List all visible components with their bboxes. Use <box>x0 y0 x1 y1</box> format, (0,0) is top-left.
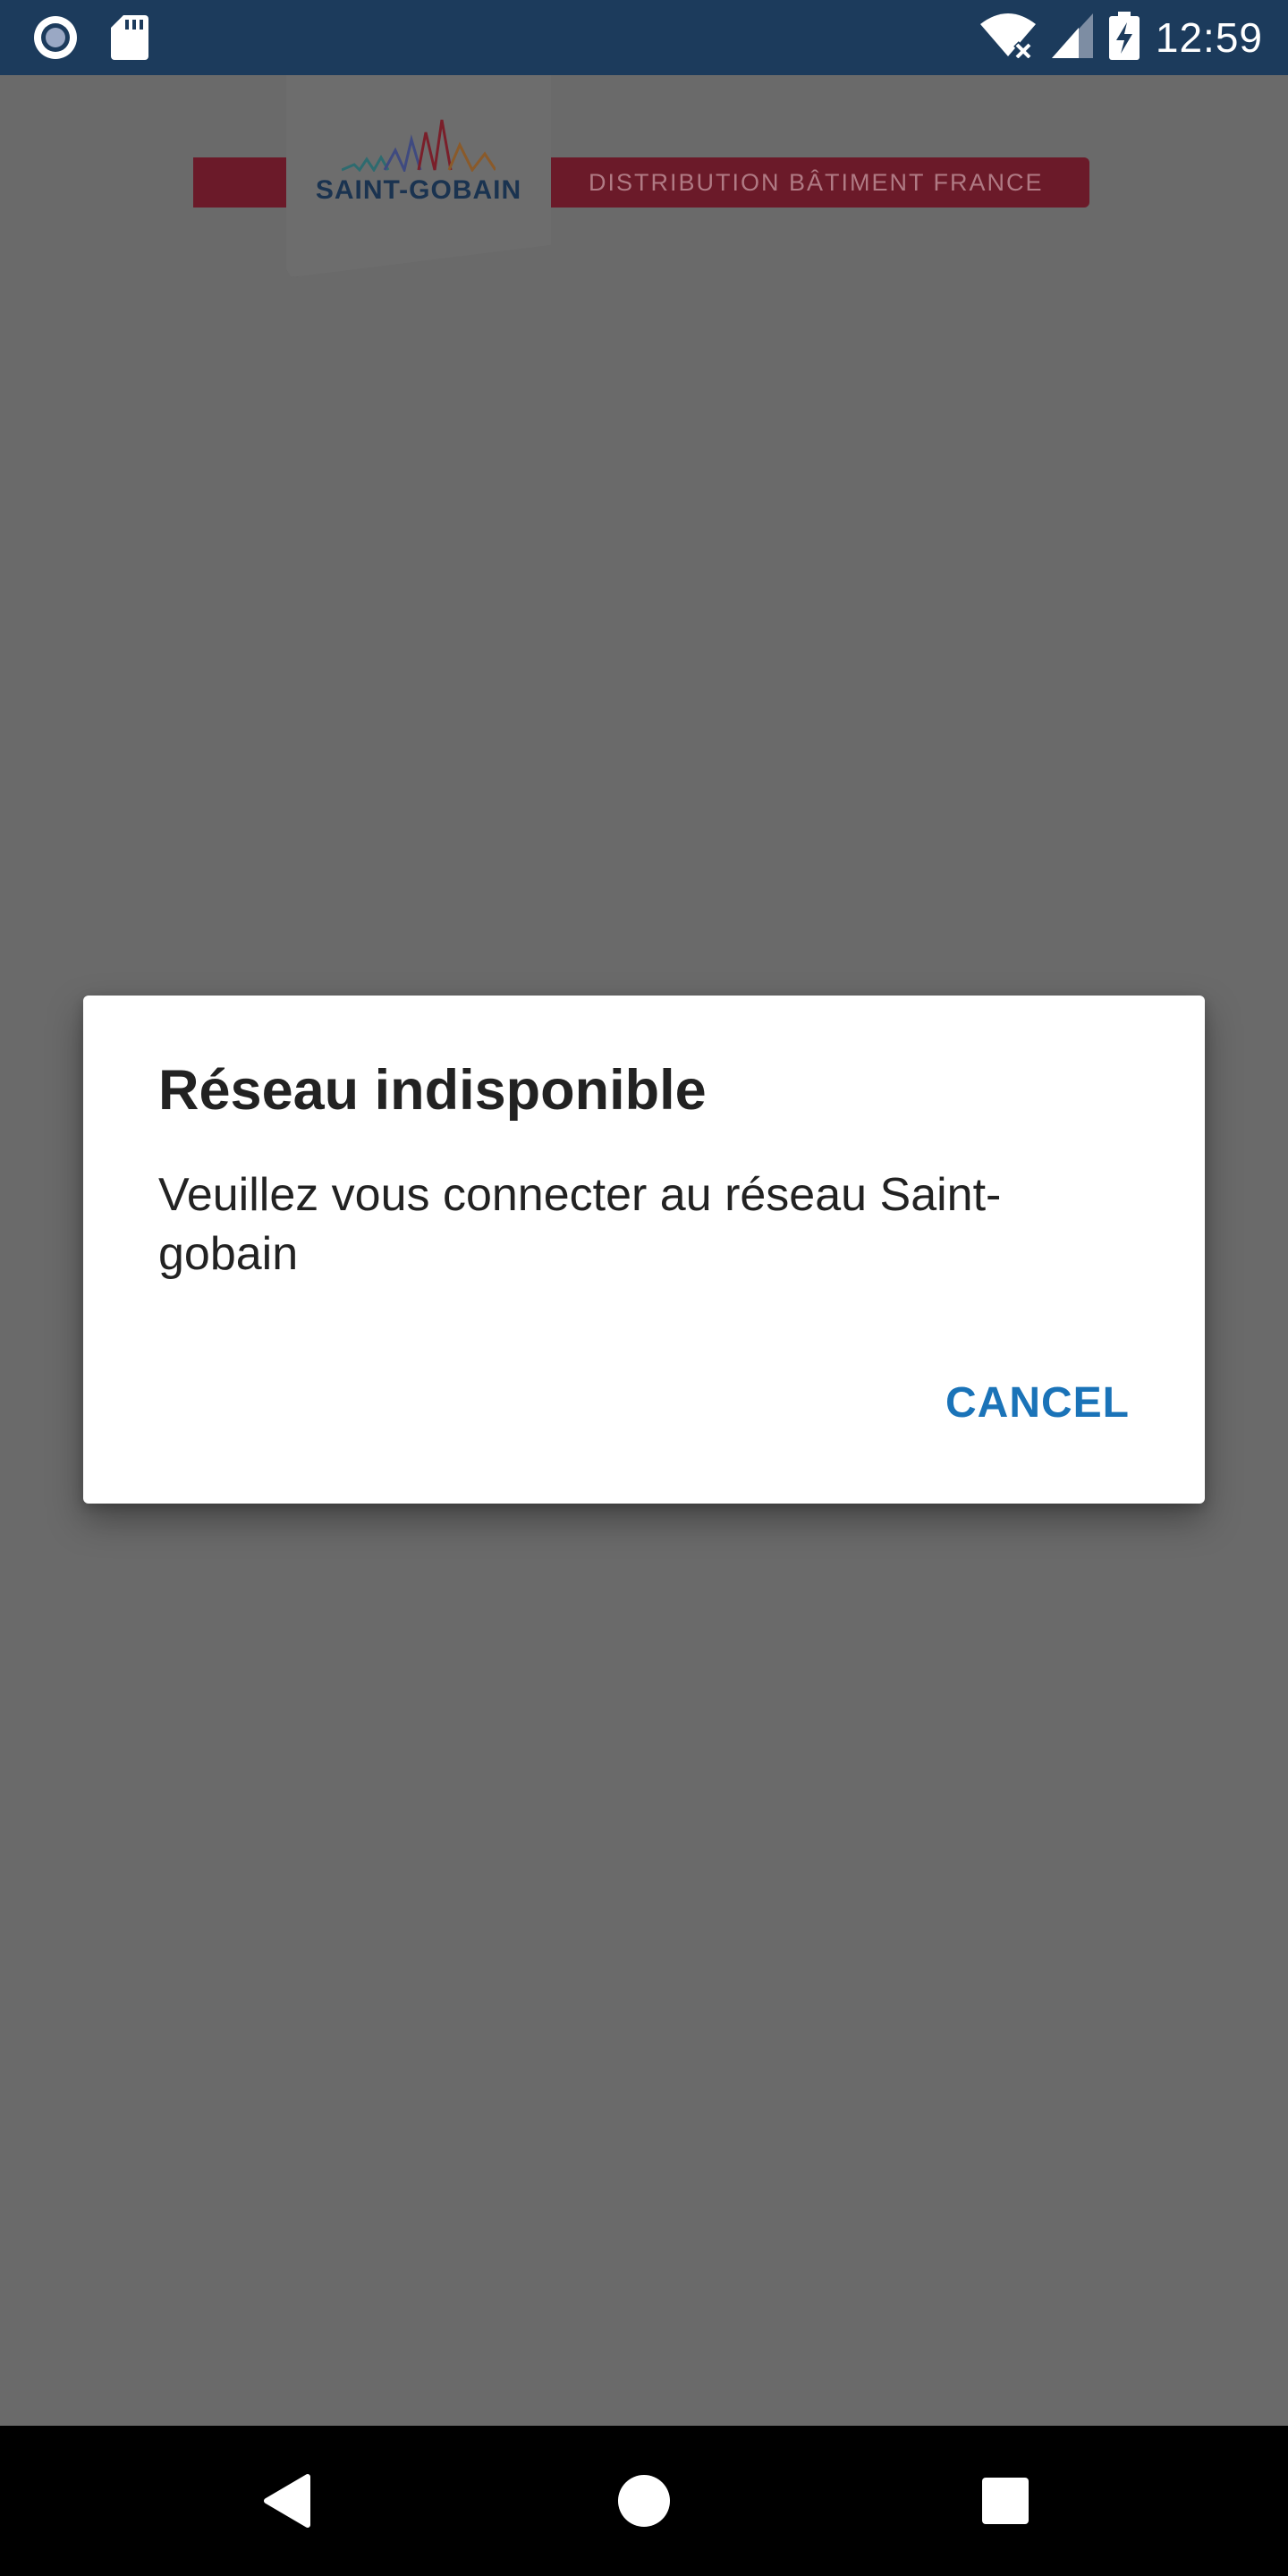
recents-button[interactable] <box>961 2426 1050 2576</box>
logo-card: SAINT-GOBAIN <box>286 75 551 277</box>
status-bar: 12:59 <box>0 0 1288 75</box>
home-icon <box>618 2475 670 2527</box>
status-clock: 12:59 <box>1155 14 1263 61</box>
navigation-bar <box>0 2426 1288 2576</box>
network-unavailable-dialog: Réseau indisponible Veuillez vous connec… <box>83 996 1205 1504</box>
cancel-button[interactable]: CANCEL <box>940 1371 1135 1435</box>
back-button[interactable] <box>242 2426 331 2576</box>
wifi-off-icon <box>979 13 1036 63</box>
sd-card-icon <box>111 0 148 75</box>
home-button[interactable] <box>599 2426 689 2576</box>
banner-text: DISTRIBUTION BÂTIMENT FRANCE <box>589 169 1044 196</box>
cell-signal-icon <box>1051 13 1093 63</box>
back-icon <box>264 2474 310 2528</box>
record-icon <box>32 0 79 75</box>
banner-stripe-left <box>193 157 286 208</box>
saint-gobain-skyline-icon <box>342 119 496 172</box>
battery-charging-icon <box>1108 11 1140 64</box>
dialog-title: Réseau indisponible <box>158 1059 707 1122</box>
recents-icon <box>982 2478 1029 2524</box>
dialog-message: Veuillez vous connecter au réseau Saint-… <box>158 1169 1002 1280</box>
logo-text: SAINT-GOBAIN <box>315 175 522 205</box>
